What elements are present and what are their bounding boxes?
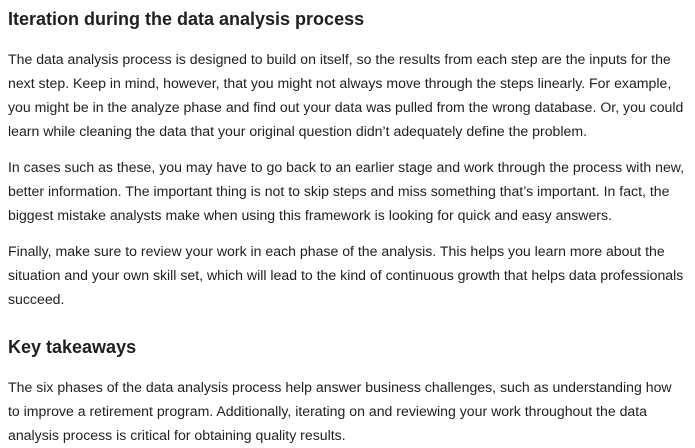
paragraph-iteration-intro: The data analysis process is designed to… xyxy=(8,51,684,139)
paragraph-key-takeaways: The six phases of the data analysis proc… xyxy=(8,379,672,443)
section-heading-iteration: Iteration during the data analysis proce… xyxy=(8,9,365,29)
section-heading-key-takeaways: Key takeaways xyxy=(8,337,137,357)
paragraph-iteration-earlier-stage: In cases such as these, you may have to … xyxy=(8,159,685,223)
paragraph-iteration-review: Finally, make sure to review your work i… xyxy=(8,243,684,307)
article-content: Iteration during the data analysis proce… xyxy=(0,0,695,448)
